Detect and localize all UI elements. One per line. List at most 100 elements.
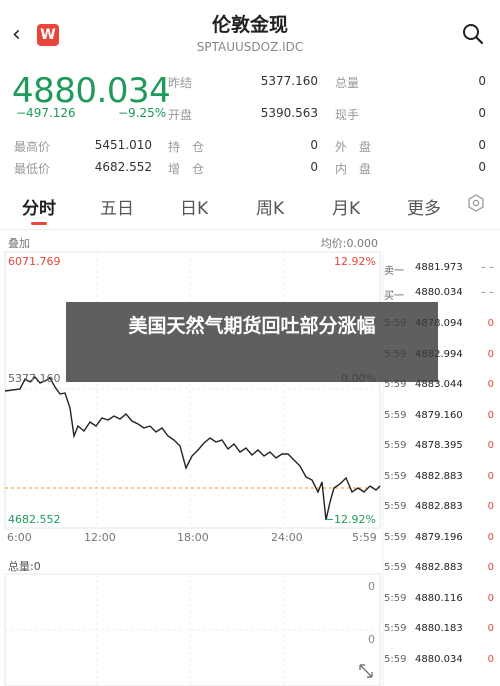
trade-price: 4882.883 [415, 501, 463, 512]
trade-price: 4878.395 [415, 440, 463, 451]
ask-volume: – – [480, 262, 494, 273]
trade-row: 5:59 4878.395 0 [384, 434, 500, 460]
trade-row: 5:59 4882.883 0 [384, 495, 500, 521]
trade-time: 5:59 [384, 470, 407, 482]
outer-value: 0 [478, 138, 486, 152]
trade-vol: 0 [487, 440, 494, 451]
add-label: 增 仓 [168, 162, 205, 176]
trade-price: 4879.160 [415, 409, 463, 421]
hold-value: 0 [310, 138, 318, 152]
tab-intraday[interactable]: 分时 [22, 194, 56, 219]
trade-vol: 0 [487, 623, 494, 634]
price-line [4, 375, 381, 521]
settings-icon[interactable] [467, 194, 485, 212]
open-label: 开盘 [168, 108, 193, 122]
trade-row: 5:59 4882.883 0 [384, 556, 500, 582]
total-volume-label: 总量 [335, 76, 360, 90]
trade-vol: 0 [487, 562, 494, 573]
trade-row: 5:59 4879.160 0 [384, 404, 500, 430]
top-pct-label: 12.92% [334, 255, 376, 268]
news-banner[interactable]: 美国天然气期货回吐部分涨幅 [66, 302, 438, 382]
price-change-pct: −9.25% [118, 106, 167, 120]
inner-label: 内 盘 [335, 162, 372, 176]
active-tab-indicator [31, 222, 47, 225]
current-volume-label: 现手 [335, 108, 360, 122]
trade-row: 5:59 4882.883 0 [384, 465, 500, 491]
trade-row: 5:59 4880.034 0 [384, 648, 500, 674]
ask-row: 卖一 4881.973 – – [384, 256, 500, 282]
open-value: 5390.563 [260, 106, 318, 120]
header: ‹ W 伦敦金现 SPTAUUSDOZ.IDC [0, 0, 500, 66]
ask-label: 卖一 [384, 266, 404, 277]
total-volume-value: 0 [478, 74, 486, 88]
trade-row: 5:59 4880.183 0 [384, 617, 500, 643]
trade-time: 5:59 [384, 623, 407, 634]
trade-time: 5:59 [384, 409, 407, 421]
trade-price: 4880.183 [415, 623, 463, 634]
trade-vol: 0 [487, 592, 494, 604]
trade-vol: 0 [487, 409, 494, 421]
trade-vol: 0 [487, 470, 494, 482]
tab-monthly-k[interactable]: 月K [332, 194, 360, 219]
trade-price: 4882.883 [415, 470, 463, 482]
high-label: 最高价 [14, 140, 51, 154]
trade-time: 5:59 [384, 440, 407, 451]
trade-time: 5:59 [384, 501, 407, 512]
add-value: 0 [310, 160, 318, 174]
high-value: 5451.010 [94, 138, 152, 152]
trade-price: 4880.116 [415, 592, 463, 604]
low-value: 4682.552 [94, 160, 152, 174]
chart-area: 叠加 均价:0.000 6071.769 12.92% 5377.160 0.0… [0, 230, 500, 686]
trade-time: 5:59 [384, 592, 407, 604]
volume-axis-zero: 0 [368, 633, 375, 646]
top-price-label: 6071.769 [8, 255, 61, 268]
page-title: 伦敦金现 [211, 14, 288, 36]
search-icon[interactable] [462, 23, 484, 45]
trade-vol: 0 [487, 348, 494, 360]
low-label: 最低价 [14, 162, 51, 176]
period-tabs: 分时 五日 日K 周K 月K 更多 [0, 182, 500, 230]
trade-price: 4880.034 [415, 653, 463, 665]
quote-panel: 4880.034 −497.126 −9.25% 昨结 5377.160 总量 … [0, 66, 500, 182]
trade-vol: 0 [487, 379, 494, 390]
prev-close-value: 5377.160 [260, 74, 318, 88]
x-tick-label: 12:00 [84, 531, 116, 544]
last-price: 4880.034 [12, 71, 171, 111]
x-tick-label: 24:00 [271, 531, 303, 544]
hold-label: 持 仓 [168, 140, 205, 154]
trade-row: 5:59 4879.196 0 [384, 526, 500, 552]
prev-close-label: 昨结 [168, 76, 193, 90]
trade-vol: 0 [487, 501, 494, 512]
bid-price: 4880.034 [415, 287, 463, 298]
x-tick-label: 6:00 [7, 531, 32, 544]
expand-icon[interactable] [358, 663, 374, 679]
tab-more[interactable]: 更多 [407, 194, 441, 219]
trade-vol: 0 [487, 318, 494, 329]
trade-vol: 0 [487, 653, 494, 665]
tab-daily-k[interactable]: 日K [180, 194, 208, 219]
x-tick-label: 5:59 [352, 531, 377, 544]
tab-weekly-k[interactable]: 周K [256, 194, 284, 219]
bottom-price-label: 4682.552 [8, 513, 61, 526]
outer-label: 外 盘 [335, 140, 372, 154]
mid-price-label: 5377.160 [8, 372, 61, 385]
bid-volume: – – [480, 287, 494, 298]
trade-vol: 0 [487, 531, 494, 543]
x-tick-label: 18:00 [177, 531, 209, 544]
trade-time: 5:59 [384, 653, 407, 665]
bottom-pct-label: −12.92% [324, 513, 376, 526]
inner-value: 0 [478, 160, 486, 174]
price-change: −497.126 [16, 106, 76, 120]
ask-price: 4881.973 [415, 262, 463, 273]
trade-time: 5:59 [384, 562, 407, 573]
volume-axis-zero: 0 [368, 580, 375, 593]
bid-label: 买一 [384, 291, 404, 302]
trade-price: 4879.196 [415, 531, 463, 543]
current-volume-value: 0 [478, 106, 486, 120]
symbol-code: SPTAUUSDOZ.IDC [196, 40, 304, 54]
trade-time: 5:59 [384, 531, 407, 543]
trade-row: 5:59 4880.116 0 [384, 587, 500, 613]
trade-price: 4882.883 [415, 562, 463, 573]
volume-label: 总量:0 [8, 560, 41, 573]
tab-five-day[interactable]: 五日 [100, 194, 134, 219]
